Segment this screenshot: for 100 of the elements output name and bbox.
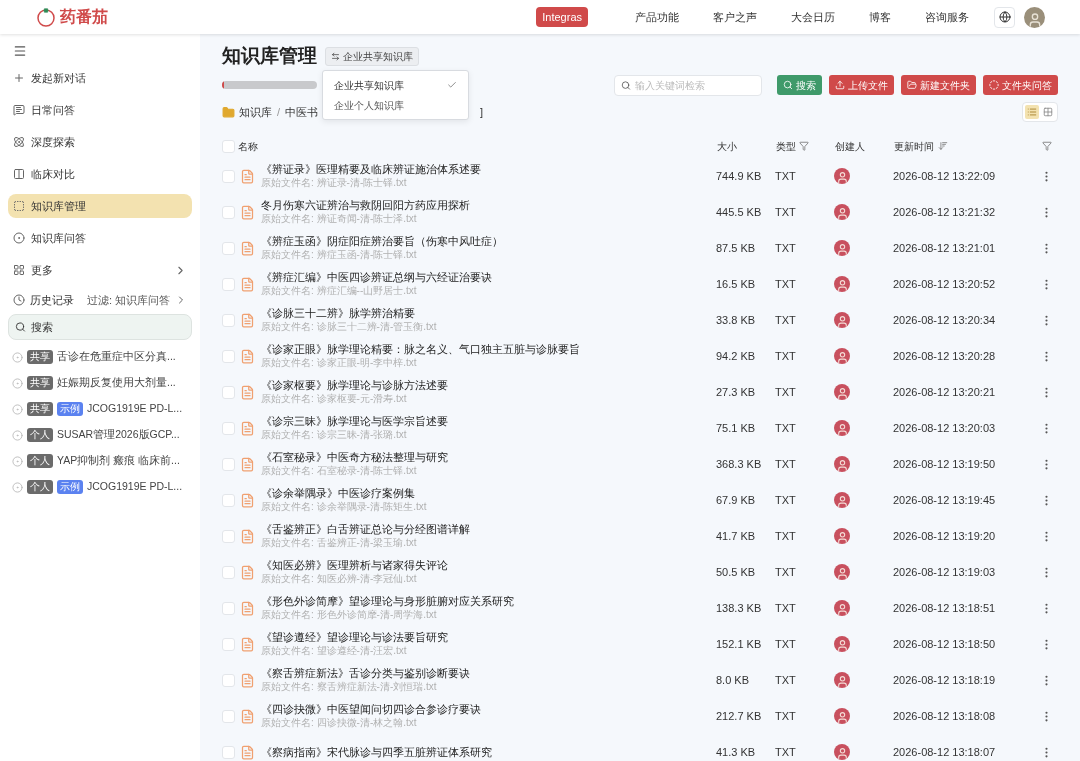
sort-icon[interactable] (938, 141, 948, 151)
file-name[interactable]: 《诊余举隅录》中医诊疗案例集 (261, 486, 716, 500)
checkbox[interactable] (222, 493, 235, 507)
target-icon (13, 232, 25, 244)
sidebar-item[interactable]: 更多 (8, 258, 192, 282)
checkbox[interactable] (222, 457, 235, 471)
table-cell-text: 2026-08-12 13:22:09 (893, 168, 997, 184)
search-icon (621, 79, 631, 91)
breadcrumb-separator: / (277, 104, 281, 120)
nav-link[interactable]: 客户之声 (713, 8, 757, 26)
checkbox[interactable] (222, 385, 235, 399)
list-view-button[interactable] (1025, 105, 1039, 119)
plus-icon (13, 72, 25, 84)
table-cell-text: 2026-08-12 13:20:52 (893, 276, 997, 292)
file-name[interactable]: 《辨症玉函》阴症阳症辨治要旨（伤寒中风吐症） (261, 234, 716, 248)
file-name[interactable]: 《诊家正眼》脉学理论精要：脉之名义、气口独主五脏与诊脉要旨 (261, 342, 716, 356)
original-file-name: 原始文件名: 辨症汇编--山野居士.txt (261, 284, 418, 298)
checkbox[interactable] (222, 421, 235, 435)
sidebar-item[interactable]: 深度探索 (8, 130, 192, 154)
checkbox[interactable] (222, 673, 235, 687)
checkbox[interactable] (222, 745, 235, 759)
breadcrumb-link[interactable]: 知识库 (239, 103, 272, 121)
radio-icon (12, 455, 23, 467)
file-name[interactable]: 《舌鉴辨正》白舌辨证总论与分经图谱详解 (261, 522, 716, 536)
table-cell-text: 2026-08-12 13:20:03 (893, 420, 997, 436)
history-item[interactable]: 共享 妊娠期反复使用大剂量... (8, 374, 192, 392)
column-header: 创建人 (835, 139, 866, 154)
nav-link[interactable]: 咨询服务 (925, 8, 969, 26)
checkbox[interactable] (222, 313, 235, 327)
sidebar-item[interactable]: 日常问答 (8, 98, 192, 122)
nav-link[interactable]: 产品功能 (635, 8, 679, 26)
breadcrumb-link[interactable]: 中医书 (285, 103, 319, 121)
action-button[interactable]: 新建文件夹 (901, 75, 976, 95)
checkbox[interactable] (222, 169, 235, 183)
menu-icon[interactable] (13, 44, 27, 58)
sidebar-item[interactable]: 发起新对话 (8, 66, 192, 90)
checkbox[interactable] (222, 241, 235, 255)
file-name[interactable]: 《诊脉三十二辨》脉学辨治精要 (261, 306, 716, 320)
document-icon (240, 672, 255, 688)
brand-badge[interactable]: Integras (536, 6, 588, 28)
file-name[interactable]: 《辨症汇编》中医四诊辨证总纲与六经证治要诀 (261, 270, 716, 284)
nav-link[interactable]: 大会日历 (791, 8, 835, 26)
table-cell-text: 2026-08-12 13:18:07 (893, 744, 997, 760)
file-name[interactable]: 《望诊遵经》望诊理论与诊法要旨研究 (261, 630, 716, 644)
nav-link[interactable]: 博客 (869, 8, 891, 26)
tag: 个人 (27, 480, 53, 494)
history-item[interactable]: 个人 YAP抑制剂 瘢痕 临床前... (8, 452, 192, 470)
dropdown-item[interactable]: 企业个人知识库 (323, 95, 468, 115)
dropdown-item[interactable]: 企业共享知识库 (323, 75, 468, 95)
history-item[interactable]: 共享 示例 JCOG1919E PD-L... (8, 400, 192, 418)
action-button[interactable]: 上传文件 (829, 75, 894, 95)
radio-icon (12, 377, 23, 389)
file-name[interactable]: 《石室秘录》中医奇方秘法整理与研究 (261, 450, 716, 464)
file-name[interactable]: 《形色外诊简摩》望诊理论与身形脏腑对应关系研究 (261, 594, 716, 608)
search-field[interactable]: 搜索 (8, 314, 192, 340)
file-name[interactable]: 《诊宗三昧》脉学理论与医学宗旨述要 (261, 414, 716, 428)
table-cell-text: 2026-08-12 13:18:08 (893, 708, 997, 724)
filter-icon[interactable] (1042, 141, 1052, 151)
checkbox[interactable] (222, 205, 235, 219)
file-name[interactable]: 《察病指南》宋代脉诊与四季五脏辨证体系研究 (261, 745, 716, 759)
table-cell-text: 50.5 KB (716, 564, 757, 580)
file-name[interactable]: 《四诊抉微》中医望闻问切四诊合参诊疗要诀 (261, 702, 716, 716)
avatar[interactable] (1024, 6, 1045, 28)
checkbox[interactable] (222, 349, 235, 363)
sidebar-item[interactable]: 知识库问答 (8, 226, 192, 250)
file-name[interactable]: 冬月伤寒六证辨治与救阴回阳方药应用探析 (261, 198, 716, 212)
checkbox[interactable] (222, 139, 235, 153)
creator-avatar (834, 240, 850, 256)
table-cell-text: TXT (775, 564, 797, 580)
language-button[interactable] (994, 6, 1015, 28)
table-cell-text: 2026-08-12 13:20:21 (893, 384, 997, 400)
keyword-input[interactable]: 输入关键词检索 (634, 77, 755, 93)
history-item[interactable]: 个人 示例 JCOG1919E PD-L... (8, 478, 192, 496)
checkbox[interactable] (222, 277, 235, 291)
checkbox[interactable] (222, 601, 235, 615)
action-button[interactable]: 文件夹问答 (983, 75, 1058, 95)
history-filter[interactable]: 过滤: 知识库问答 (86, 291, 170, 309)
original-file-name: 原始文件名: 诊家枢要-元-滑寿.txt (261, 392, 408, 406)
sidebar-item[interactable]: 知识库管理 (8, 194, 192, 218)
creator-avatar (834, 564, 850, 580)
library-switch-button[interactable]: 企业共享知识库 (325, 46, 419, 66)
history-title: 妊娠期反复使用大剂量... (57, 375, 176, 391)
file-name[interactable]: 《辨证录》医理精要及临床辨证施治体系述要 (261, 162, 716, 176)
file-name[interactable]: 《察舌辨症新法》舌诊分类与鉴别诊断要诀 (261, 666, 716, 680)
history-item[interactable]: 共享 舌诊在危重症中区分真... (8, 348, 192, 366)
checkbox[interactable] (222, 565, 235, 579)
history-item[interactable]: 个人 SUSAR管理2026版GCP... (8, 426, 192, 444)
checkbox[interactable] (222, 637, 235, 651)
sidebar-item[interactable]: 临床对比 (8, 162, 192, 186)
keyword-search-field[interactable]: 输入关键词检索 (614, 74, 762, 96)
grid-view-button[interactable] (1041, 105, 1055, 119)
search-icon (783, 80, 793, 90)
filter-icon[interactable] (799, 141, 809, 151)
search-input[interactable]: 搜索 (30, 318, 185, 336)
checkbox[interactable] (222, 529, 235, 543)
document-icon (240, 708, 255, 724)
file-name[interactable]: 《知医必辨》医理辨析与诸家得失评论 (261, 558, 716, 572)
checkbox[interactable] (222, 709, 235, 723)
file-name[interactable]: 《诊家枢要》脉学理论与诊脉方法述要 (261, 378, 716, 392)
table-cell-text: 67.9 KB (716, 492, 757, 508)
